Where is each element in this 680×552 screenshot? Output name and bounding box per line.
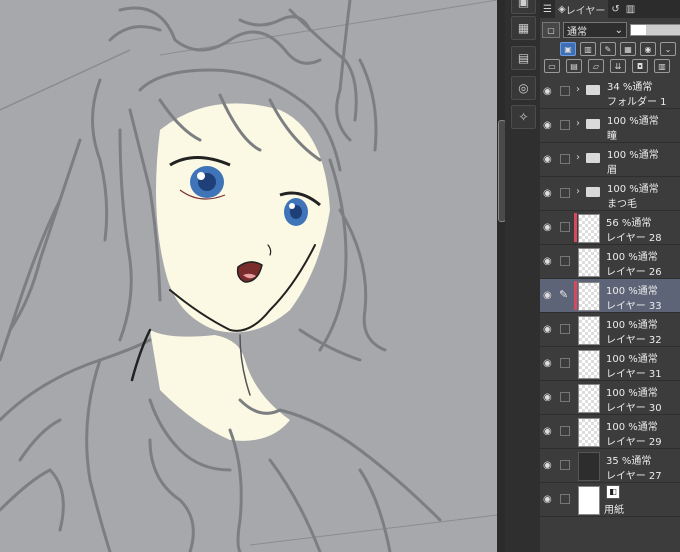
lock-box[interactable]	[560, 426, 570, 436]
layer-row[interactable]: ◉ › 100 %通常 瞳	[540, 109, 680, 143]
new-vector-layer-icon[interactable]: ▤	[566, 59, 582, 73]
layer-row[interactable]: ◉ 56 %通常 レイヤー 28	[540, 211, 680, 245]
canvas-scrollbar[interactable]	[497, 0, 506, 552]
layer-panel: ☰ ◈ レイヤー ↺ ▥ ▢ 通常 ⌄ ▣ ▥ ✎ ▦ ◉ ⌄ ▭ ▤ ▱ ⇊ …	[540, 0, 680, 552]
layer-mode-bar: ▢ 通常 ⌄	[540, 20, 680, 40]
layer-row[interactable]: ◉ 100 %通常 レイヤー 26	[540, 245, 680, 279]
layer-row[interactable]: ◉ 35 %通常 レイヤー 27	[540, 449, 680, 483]
layer-row[interactable]: ◉ › 34 %通常 フォルダー 1	[540, 75, 680, 109]
layer-thumbnail	[578, 316, 600, 345]
layer-thumbnail	[578, 248, 600, 277]
eye-icon[interactable]: ◉	[543, 154, 554, 165]
lock-box[interactable]	[560, 324, 570, 334]
eye-icon[interactable]: ◉	[543, 460, 554, 471]
lock-box[interactable]	[560, 86, 570, 96]
clipping-mark	[574, 281, 577, 310]
eye-icon[interactable]: ◉	[543, 222, 554, 233]
chevron-right-icon[interactable]: ›	[576, 152, 580, 163]
eye-icon[interactable]: ◉	[543, 324, 554, 335]
tab-navigator-icon[interactable]: ▥	[623, 0, 638, 18]
dock-camera-icon[interactable]: ▣	[511, 0, 536, 14]
dock-3d-icon[interactable]: ◎	[511, 76, 536, 100]
merge-down-icon[interactable]: ⇊	[610, 59, 626, 73]
blend-mode-select[interactable]: 通常 ⌄	[563, 22, 627, 38]
layer-thumbnail	[578, 486, 600, 515]
tab-layers[interactable]: ◈ レイヤー	[554, 0, 609, 18]
eye-icon[interactable]: ◉	[543, 494, 554, 505]
layer-thumbnail	[578, 214, 600, 243]
folder-icon	[586, 85, 600, 95]
eye-icon[interactable]: ◉	[543, 392, 554, 403]
pen-icon: ✎	[559, 288, 569, 301]
clipping-mark	[574, 213, 577, 242]
eye-icon[interactable]: ◉	[543, 290, 554, 301]
layer-property-bar: ▣ ▥ ✎ ▦ ◉ ⌄	[540, 40, 680, 58]
folder-icon	[586, 187, 600, 197]
lock-box[interactable]	[560, 154, 570, 164]
dock-figure-icon[interactable]: ✧	[511, 105, 536, 129]
draft-layer-icon[interactable]: ✎	[600, 42, 616, 56]
dock-folder-icon[interactable]: ▤	[511, 46, 536, 70]
layer-thumbnail	[578, 384, 600, 413]
lock-box[interactable]	[560, 222, 570, 232]
panel-dock: ▣ ▦ ▤ ◎ ✧	[505, 0, 541, 552]
layer-thumbnail	[578, 418, 600, 447]
lock-box[interactable]	[560, 256, 570, 266]
new-folder-icon[interactable]: ▱	[588, 59, 604, 73]
layer-thumbnail	[578, 452, 600, 481]
delete-layer-icon[interactable]: ▥	[654, 59, 670, 73]
reference-layer-icon[interactable]: ▥	[580, 42, 596, 56]
mask-icon[interactable]: ◉	[640, 42, 656, 56]
sketch-artwork	[0, 0, 497, 552]
clip-to-layer-icon[interactable]: ▣	[560, 42, 576, 56]
lock-box[interactable]	[560, 120, 570, 130]
lock-box[interactable]	[560, 494, 570, 504]
eye-icon[interactable]: ◉	[543, 120, 554, 131]
more-chevron-icon[interactable]: ⌄	[660, 42, 676, 56]
lock-box[interactable]	[560, 460, 570, 470]
neck-fill	[150, 330, 290, 441]
layer-row[interactable]: ◉ 100 %通常 レイヤー 29	[540, 415, 680, 449]
new-layer-icon[interactable]: ▭	[544, 59, 560, 73]
panel-tabs: ☰ ◈ レイヤー ↺ ▥	[540, 0, 680, 18]
eye-icon[interactable]: ◉	[543, 256, 554, 267]
layer-row-selected[interactable]: ◉ ✎ 100 %通常 レイヤー 33	[540, 279, 680, 313]
chevron-right-icon[interactable]: ›	[576, 186, 580, 197]
folder-icon	[586, 119, 600, 129]
layer-color-icon[interactable]: ▢	[542, 22, 560, 38]
layers-icon: ◈	[557, 3, 566, 15]
paper-layer-icon: ◧	[606, 485, 620, 499]
layer-row[interactable]: ◉ › 100 %通常 まつ毛	[540, 177, 680, 211]
dock-material-icon[interactable]: ▦	[511, 16, 536, 40]
layer-row-paper[interactable]: ◉ ◧ 用紙	[540, 483, 680, 517]
folder-icon	[586, 153, 600, 163]
lock-alpha-icon[interactable]: ▦	[620, 42, 636, 56]
eye-icon[interactable]: ◉	[543, 358, 554, 369]
layer-action-bar: ▭ ▤ ▱ ⇊ ◘ ▥	[540, 58, 680, 74]
eye-icon[interactable]: ◉	[543, 188, 554, 199]
opacity-slider[interactable]	[630, 24, 680, 36]
drawing-canvas[interactable]	[0, 0, 497, 552]
lock-box[interactable]	[560, 358, 570, 368]
chevron-right-icon[interactable]: ›	[576, 84, 580, 95]
lock-box[interactable]	[560, 188, 570, 198]
layer-thumbnail	[578, 350, 600, 379]
layer-row[interactable]: ◉ 100 %通常 レイヤー 32	[540, 313, 680, 347]
eye-icon[interactable]: ◉	[543, 426, 554, 437]
layer-row[interactable]: ◉ 100 %通常 レイヤー 30	[540, 381, 680, 415]
chevron-down-icon: ⌄	[614, 24, 623, 36]
tab-history-icon[interactable]: ↺	[608, 0, 622, 18]
layer-mask-icon[interactable]: ◘	[632, 59, 648, 73]
lock-box[interactable]	[560, 392, 570, 402]
eye-icon[interactable]: ◉	[543, 86, 554, 97]
layer-thumbnail	[578, 282, 600, 311]
layer-row[interactable]: ◉ 100 %通常 レイヤー 31	[540, 347, 680, 381]
layer-list: ◉ › 34 %通常 フォルダー 1 ◉ › 100 %通常 瞳 ◉ › 100…	[540, 75, 680, 517]
menu-icon[interactable]: ☰	[540, 0, 555, 18]
layer-row[interactable]: ◉ › 100 %通常 眉	[540, 143, 680, 177]
chevron-right-icon[interactable]: ›	[576, 118, 580, 129]
